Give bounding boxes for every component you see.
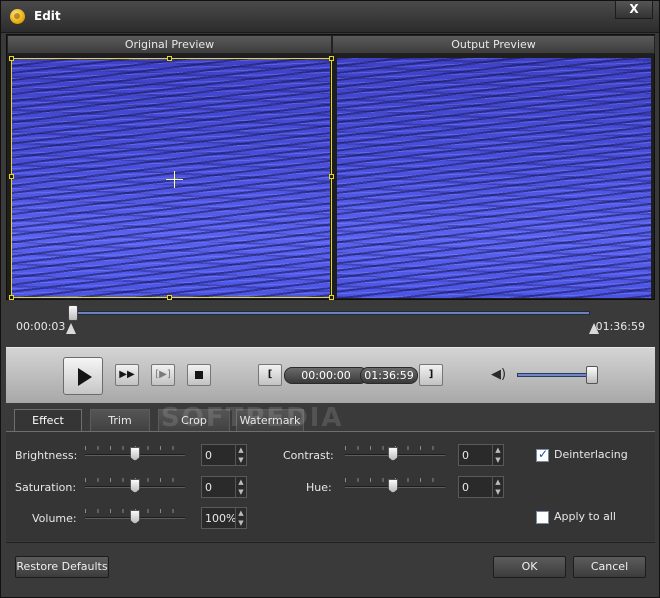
- contrast-spinner[interactable]: 0 ▲ ▼: [458, 444, 504, 466]
- effect-panel: Brightness: 0 ▲▼ Contrast: 0 ▲▼ Deinterl…: [6, 431, 655, 541]
- volume-spin-arrows-icon[interactable]: ▲ ▼: [235, 508, 246, 528]
- edit-dialog: Edit X Original Preview Output Preview 0…: [0, 0, 660, 598]
- window-title: Edit: [34, 9, 61, 23]
- contrast-spin-arrows-icon[interactable]: ▲ ▼: [492, 445, 503, 465]
- tab-watermark[interactable]: Watermark: [236, 409, 304, 432]
- mark-in-time: 00:00:00: [284, 367, 368, 384]
- apply-to-all-label[interactable]: Apply to all: [554, 510, 616, 523]
- saturation-knob[interactable]: [130, 479, 140, 493]
- deinterlacing-label[interactable]: Deinterlacing: [554, 448, 628, 461]
- apply-to-all-checkbox[interactable]: [536, 511, 549, 524]
- hue-slider[interactable]: [345, 478, 445, 493]
- stop-button[interactable]: [187, 364, 211, 386]
- next-frame-button[interactable]: [▶]: [151, 364, 175, 386]
- brightness-label: Brightness:: [15, 449, 78, 462]
- crop-handle-bottom-right[interactable]: [329, 295, 334, 300]
- volume-track[interactable]: [517, 373, 597, 377]
- cancel-button[interactable]: Cancel: [573, 556, 646, 578]
- ok-button[interactable]: OK: [493, 556, 566, 578]
- mark-in-button[interactable]: [: [258, 364, 282, 386]
- timeline-track[interactable]: [70, 311, 590, 315]
- crop-handle-bottom-left[interactable]: [9, 295, 14, 300]
- brightness-value[interactable]: 0: [205, 449, 212, 462]
- title-bar: Edit X: [1, 1, 659, 33]
- timeline: 00:00:03 01:36:59: [6, 301, 655, 345]
- brightness-spin-arrows-icon[interactable]: ▲ ▼: [235, 445, 246, 465]
- hue-spinner[interactable]: 0 ▲ ▼: [458, 476, 504, 498]
- crop-frame[interactable]: [9, 56, 334, 300]
- timeline-thumb[interactable]: [68, 305, 78, 321]
- crop-handle-top[interactable]: [167, 56, 172, 61]
- saturation-spin-arrows-icon[interactable]: ▲ ▼: [235, 477, 246, 497]
- brightness-knob[interactable]: [130, 447, 140, 461]
- original-preview-header: Original Preview: [7, 35, 332, 54]
- volume-spinner[interactable]: 100% ▲ ▼: [201, 507, 247, 529]
- speaker-icon[interactable]: ◀): [491, 367, 511, 385]
- contrast-knob[interactable]: [388, 447, 398, 461]
- hue-spin-arrows-icon[interactable]: ▲ ▼: [492, 477, 503, 497]
- saturation-slider[interactable]: [85, 478, 185, 493]
- preview-area: Original Preview Output Preview: [6, 34, 655, 300]
- restore-defaults-button[interactable]: Restore Defaults: [15, 556, 109, 578]
- crop-handle-bottom[interactable]: [167, 295, 172, 300]
- dialog-footer: Restore Defaults OK Cancel: [6, 542, 655, 592]
- volume-value[interactable]: 100%: [205, 512, 236, 525]
- trim-start-marker[interactable]: [66, 323, 76, 334]
- saturation-spinner[interactable]: 0 ▲ ▼: [201, 476, 247, 498]
- timeline-end-time: 01:36:59: [595, 320, 645, 333]
- volume-label: Volume:: [32, 512, 77, 525]
- mark-out-button[interactable]: ]: [419, 364, 443, 386]
- hue-label: Hue:: [306, 481, 332, 494]
- crop-handle-left[interactable]: [9, 174, 14, 179]
- mark-out-time: 01:36:59: [360, 367, 418, 384]
- volume-thumb[interactable]: [586, 366, 598, 384]
- contrast-slider[interactable]: [345, 446, 445, 461]
- playback-controls: ▶▶ [▶] [ 00:00:00 01:36:59 ] ◀): [6, 347, 655, 403]
- contrast-value[interactable]: 0: [462, 449, 469, 462]
- crosshair-icon[interactable]: [166, 171, 183, 188]
- volume-slider[interactable]: [85, 509, 185, 524]
- edit-tabs: Effect Trim Crop Watermark: [6, 409, 655, 432]
- crop-handle-right[interactable]: [329, 174, 334, 179]
- output-preview-header: Output Preview: [332, 35, 655, 54]
- timeline-start-time: 00:00:03: [16, 320, 66, 333]
- saturation-label: Saturation:: [15, 481, 77, 494]
- crop-handle-top-left[interactable]: [9, 56, 14, 61]
- tab-trim[interactable]: Trim: [90, 409, 150, 432]
- app-logo-icon: [10, 9, 25, 24]
- volume-knob[interactable]: [130, 510, 140, 524]
- tab-effect[interactable]: Effect: [14, 409, 82, 432]
- hue-value[interactable]: 0: [462, 481, 469, 494]
- brightness-spinner[interactable]: 0 ▲ ▼: [201, 444, 247, 466]
- deinterlacing-checkbox[interactable]: [536, 447, 549, 462]
- saturation-value[interactable]: 0: [205, 481, 212, 494]
- hue-knob[interactable]: [388, 479, 398, 493]
- output-preview-video: [337, 58, 651, 298]
- contrast-label: Contrast:: [283, 449, 334, 462]
- brightness-slider[interactable]: [85, 446, 185, 461]
- crop-handle-top-right[interactable]: [329, 56, 334, 61]
- close-button[interactable]: X: [615, 1, 653, 19]
- play-button[interactable]: [63, 357, 103, 395]
- tab-crop[interactable]: Crop: [158, 409, 230, 432]
- fast-forward-button[interactable]: ▶▶: [115, 364, 139, 386]
